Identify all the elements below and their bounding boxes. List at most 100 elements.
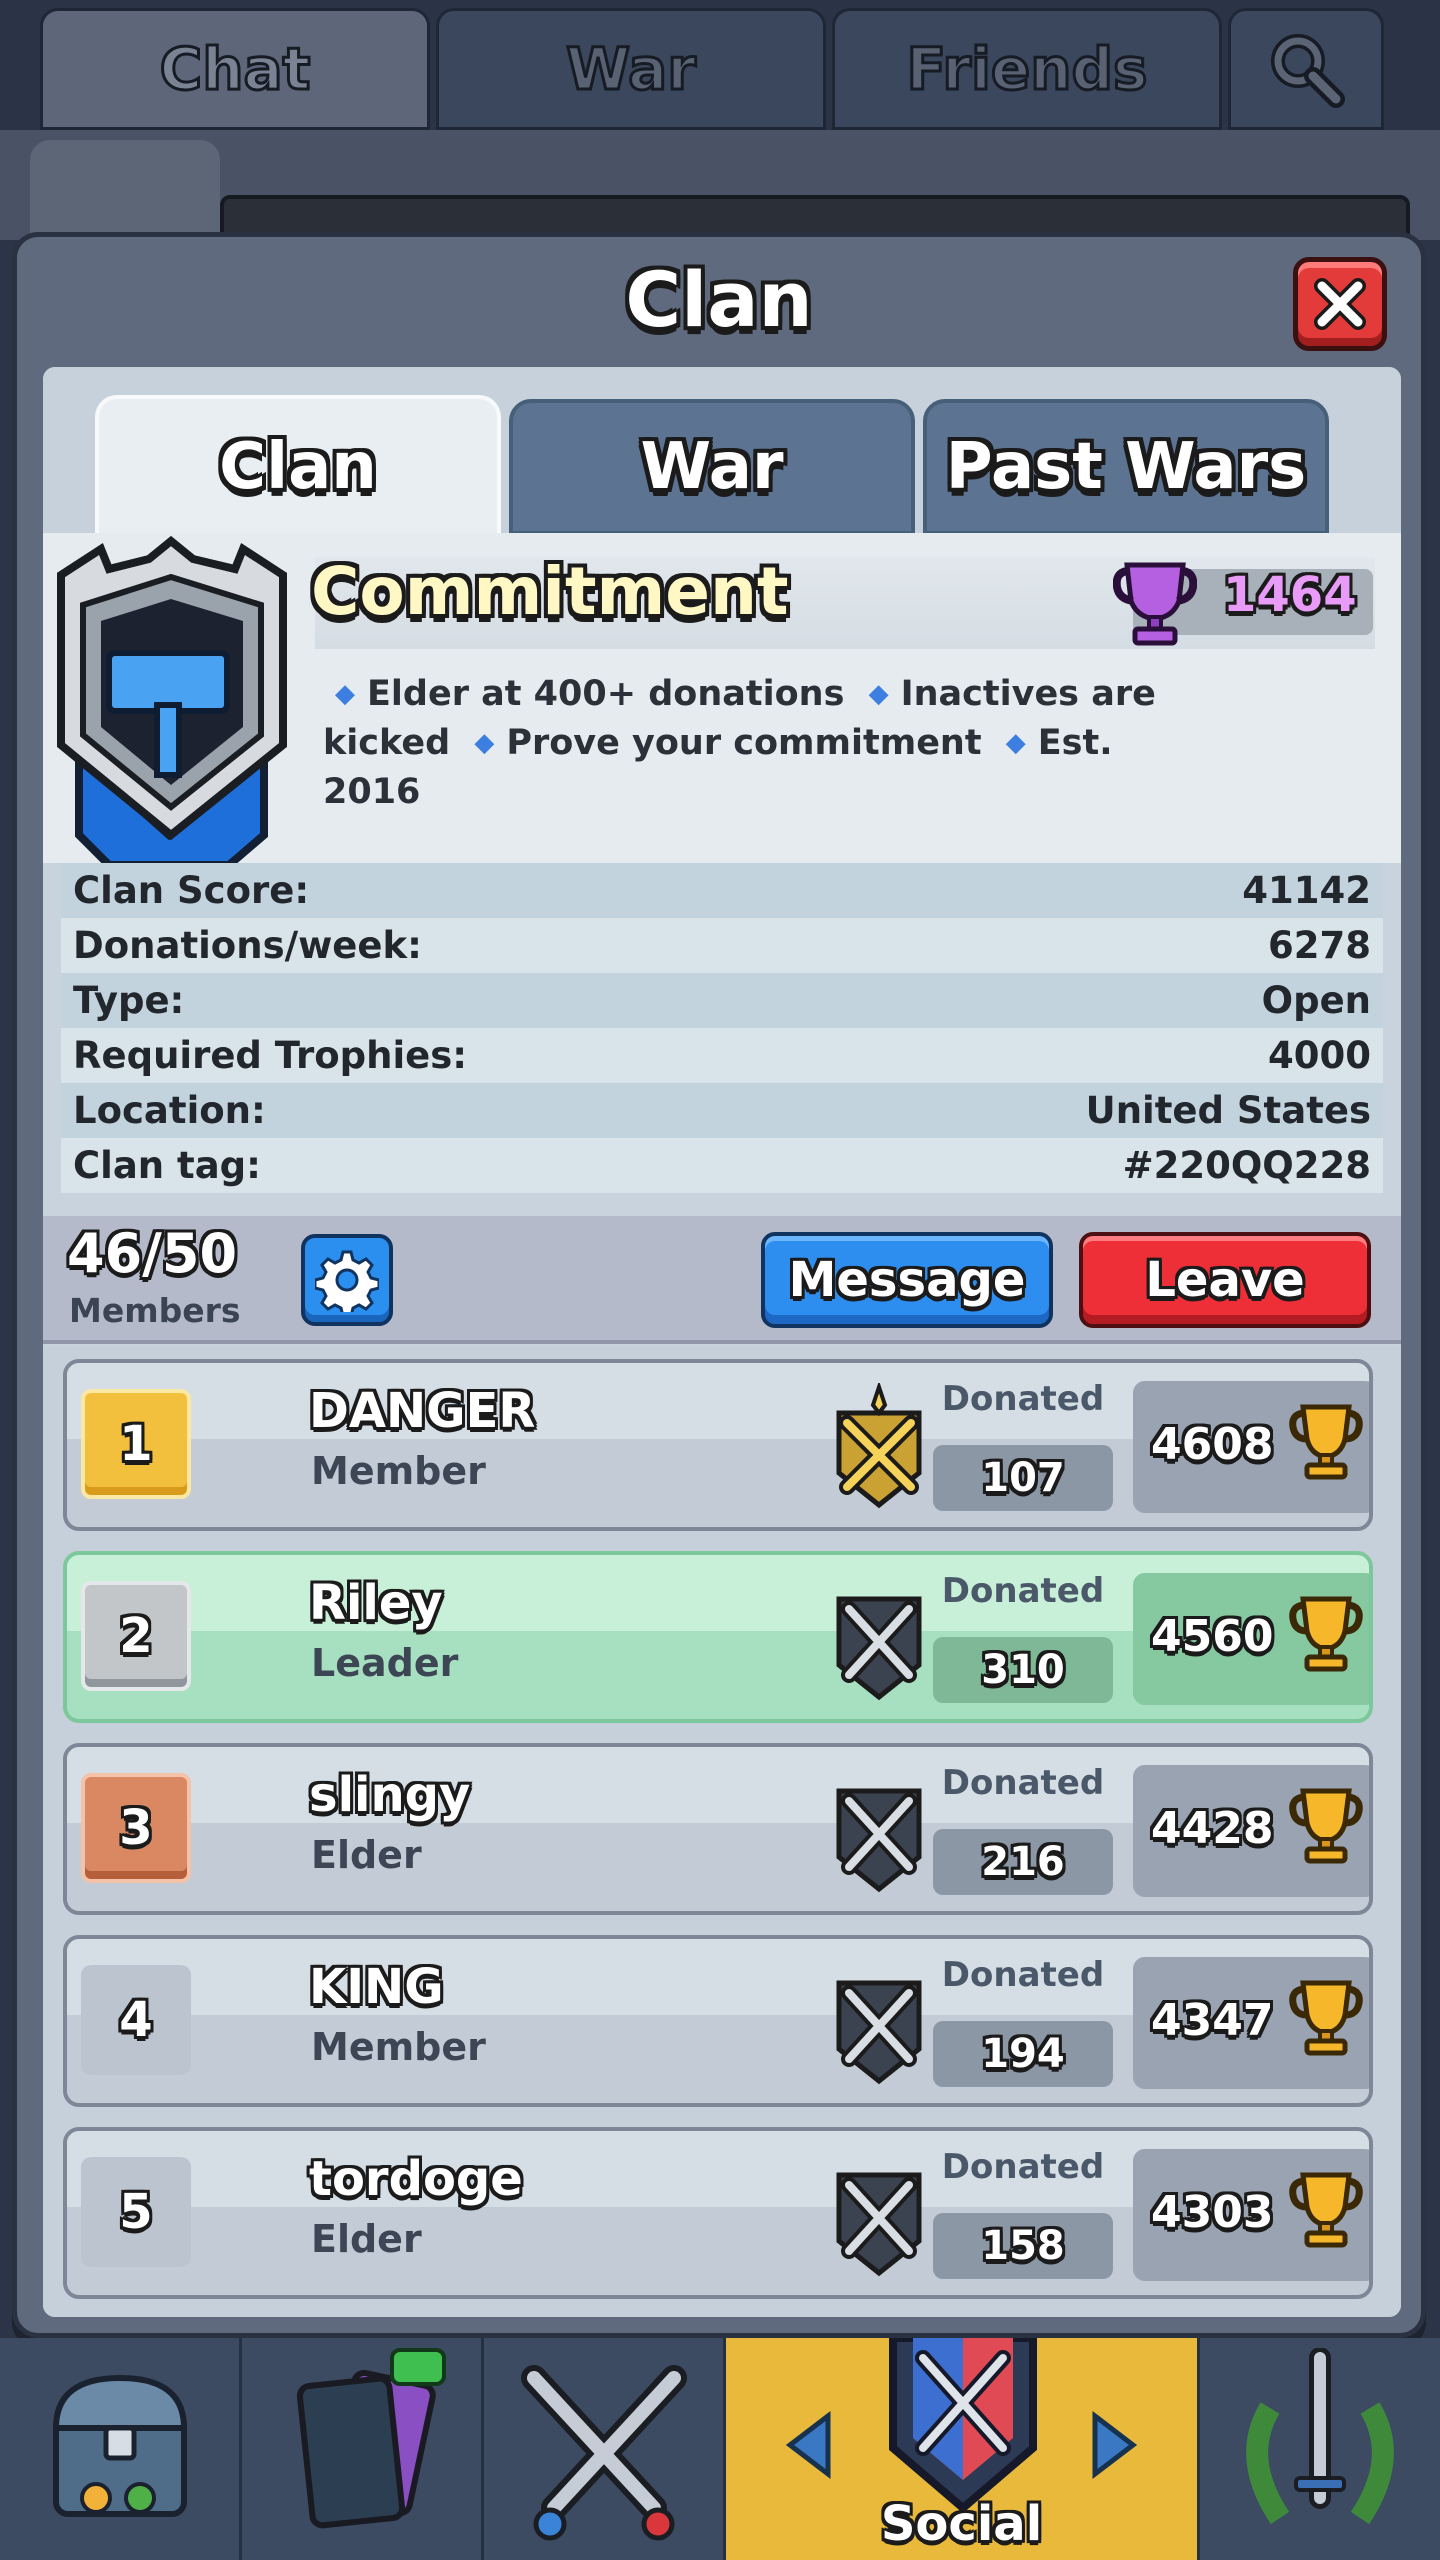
leave-button-label: Leave bbox=[1145, 1252, 1305, 1308]
rank-number: 4 bbox=[119, 1992, 153, 2048]
tab-clan[interactable]: Clan bbox=[95, 395, 501, 535]
tab-war-label: War bbox=[640, 430, 784, 504]
donated-value: 310 bbox=[981, 1647, 1065, 1693]
clan-desc-part: Prove your commitment bbox=[506, 723, 982, 763]
tab-past-wars[interactable]: Past Wars bbox=[923, 399, 1329, 535]
member-trophies: 4347 bbox=[1151, 1995, 1274, 2046]
clan-desc-part: Elder at 400+ donations bbox=[367, 674, 845, 714]
member-count-label: Members bbox=[69, 1291, 241, 1330]
diamond-icon: ◆ bbox=[335, 679, 355, 709]
top-tab-search[interactable] bbox=[1228, 8, 1384, 130]
clan-modal: Clan Clan War Past Wars Commitment 1464 … bbox=[12, 232, 1426, 2338]
top-tab-chat[interactable]: Chat bbox=[40, 8, 430, 130]
rank-number: 5 bbox=[119, 2184, 153, 2240]
stat-value: #220QQ228 bbox=[1122, 1144, 1371, 1187]
trophy-icon bbox=[1289, 1404, 1363, 1480]
stat-row-type: Type: Open bbox=[61, 973, 1383, 1028]
clan-description: ◆ Elder at 400+ donations ◆ Inactives are … bbox=[323, 671, 1193, 815]
rank-badge: 1 bbox=[81, 1389, 191, 1499]
member-name: Riley bbox=[309, 1575, 443, 1631]
stat-value: Open bbox=[1261, 979, 1371, 1022]
trophy-icon bbox=[1289, 1980, 1363, 2056]
member-trophies: 4560 bbox=[1151, 1611, 1274, 1662]
donated-box: 158 bbox=[933, 2213, 1113, 2279]
member-row[interactable]: 1 DANGER Member Donated 107 4608 bbox=[63, 1359, 1373, 1531]
gear-icon bbox=[315, 1250, 379, 1312]
stat-value: 6278 bbox=[1268, 924, 1371, 967]
laurel-sword-icon bbox=[1246, 2348, 1394, 2525]
purple-trophy-icon bbox=[1113, 562, 1197, 646]
member-row[interactable]: 2 Riley Leader Donated 310 4560 bbox=[63, 1551, 1373, 1723]
member-trophies: 4608 bbox=[1151, 1419, 1274, 1470]
nav-social[interactable]: Social bbox=[726, 2338, 1200, 2560]
clan-settings-button[interactable] bbox=[301, 1234, 393, 1326]
member-list[interactable]: 1 DANGER Member Donated 107 4608 2 Riley… bbox=[43, 1347, 1401, 2317]
member-name: tordoge bbox=[309, 2151, 523, 2207]
member-name: slingy bbox=[309, 1767, 471, 1823]
nav-cards[interactable] bbox=[242, 2338, 484, 2560]
top-tab-friends-label: Friends bbox=[905, 34, 1149, 105]
diamond-icon: ◆ bbox=[868, 679, 889, 709]
donated-value: 107 bbox=[981, 1455, 1065, 1501]
donated-value: 194 bbox=[981, 2031, 1065, 2077]
clan-shield-icon bbox=[889, 2338, 1037, 2514]
rank-number: 2 bbox=[119, 1608, 153, 1664]
donated-box: 107 bbox=[933, 1445, 1113, 1511]
nav-shop[interactable] bbox=[0, 2338, 242, 2560]
chevron-left-icon bbox=[785, 2410, 831, 2480]
rank-number: 1 bbox=[119, 1416, 153, 1472]
member-name: DANGER bbox=[309, 1383, 536, 1439]
donated-box: 310 bbox=[933, 1637, 1113, 1703]
member-row[interactable]: 4 KING Member Donated 194 4347 bbox=[63, 1935, 1373, 2107]
stat-value: 4000 bbox=[1268, 1034, 1371, 1077]
tab-clan-label: Clan bbox=[219, 430, 377, 504]
stat-label: Type: bbox=[73, 979, 185, 1022]
top-tab-chat-label: Chat bbox=[158, 34, 312, 105]
donated-label: Donated bbox=[941, 1571, 1105, 1611]
close-button[interactable] bbox=[1293, 257, 1387, 351]
diamond-icon: ◆ bbox=[1005, 728, 1026, 758]
nav-tournaments[interactable] bbox=[1200, 2338, 1440, 2560]
member-name: KING bbox=[309, 1959, 444, 2015]
chest-icon bbox=[52, 2374, 188, 2517]
stat-row-clan-score: Clan Score: 41142 bbox=[61, 863, 1383, 918]
tab-past-wars-label: Past Wars bbox=[945, 430, 1307, 504]
stat-label: Donations/week: bbox=[73, 924, 422, 967]
top-tab-friends[interactable]: Friends bbox=[832, 8, 1222, 130]
trophy-icon bbox=[1289, 1596, 1363, 1672]
trophy-icon bbox=[1289, 2172, 1363, 2248]
modal-title: Clan bbox=[625, 255, 813, 344]
crossed-swords-icon bbox=[521, 2365, 687, 2541]
member-trophies: 4303 bbox=[1151, 2187, 1274, 2238]
top-tab-war[interactable]: War bbox=[436, 8, 826, 130]
donated-label: Donated bbox=[941, 1379, 1105, 1419]
rank-number: 3 bbox=[119, 1800, 153, 1856]
stat-value: United States bbox=[1085, 1089, 1371, 1132]
member-row[interactable]: 3 slingy Elder Donated 216 4428 bbox=[63, 1743, 1373, 1915]
clan-header: Commitment 1464 ◆ Elder at 400+ donations… bbox=[43, 533, 1401, 865]
stat-label: Clan Score: bbox=[73, 869, 310, 912]
stat-row-location: Location: United States bbox=[61, 1083, 1383, 1138]
bottom-nav: Social bbox=[0, 2338, 1440, 2560]
member-role: Elder bbox=[311, 1833, 422, 1877]
member-role: Leader bbox=[311, 1641, 459, 1685]
leave-button[interactable]: Leave bbox=[1079, 1232, 1371, 1328]
chevron-right-icon bbox=[1092, 2410, 1138, 2480]
clan-trophy-score: 1464 bbox=[1223, 567, 1357, 623]
member-role: Elder bbox=[311, 2217, 422, 2261]
member-row[interactable]: 5 tordoge Elder Donated 158 4303 bbox=[63, 2127, 1373, 2299]
inner-tab-bar: Clan War Past Wars bbox=[43, 367, 1401, 535]
message-button[interactable]: Message bbox=[761, 1232, 1053, 1328]
diamond-icon: ◆ bbox=[474, 728, 495, 758]
crossed-swords-icon bbox=[836, 1980, 922, 2085]
stat-row-required-trophies: Required Trophies: 4000 bbox=[61, 1028, 1383, 1083]
nav-battle[interactable] bbox=[484, 2338, 726, 2560]
donated-value: 216 bbox=[981, 1839, 1065, 1885]
top-tab-bar: Chat War Friends bbox=[0, 0, 1440, 130]
top-tab-war-label: War bbox=[565, 34, 698, 105]
tab-war[interactable]: War bbox=[509, 399, 915, 535]
rank-badge: 2 bbox=[81, 1581, 191, 1691]
crossed-swords-icon bbox=[836, 1596, 922, 1701]
stat-label: Location: bbox=[73, 1089, 266, 1132]
member-count: 46/50 bbox=[67, 1222, 238, 1285]
